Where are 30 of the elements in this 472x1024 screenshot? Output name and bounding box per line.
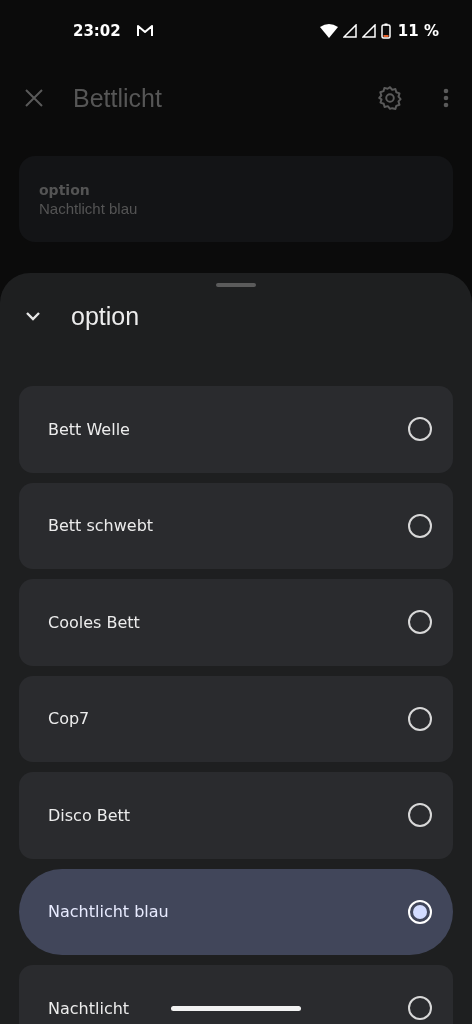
radio-icon[interactable]	[407, 802, 433, 829]
setting-label: option	[39, 181, 91, 198]
option-item[interactable]: Nachtlicht	[19, 965, 453, 1024]
sheet-title: option	[71, 301, 140, 331]
radio-icon[interactable]	[407, 705, 433, 732]
page-title: Bettlicht	[73, 83, 162, 113]
option-item[interactable]: Cooles Bett	[19, 579, 453, 666]
chevron-down-icon[interactable]	[25, 311, 41, 321]
more-options-icon[interactable]	[443, 88, 449, 108]
option-item[interactable]: Bett schwebt	[19, 482, 453, 569]
close-icon[interactable]	[25, 89, 43, 107]
radio-icon[interactable]	[407, 416, 433, 443]
option-item[interactable]: Disco Bett	[19, 772, 453, 859]
option-item[interactable]: Nachtlicht blau	[19, 868, 453, 955]
option-item[interactable]: Cop7	[19, 675, 453, 762]
wifi-icon	[319, 24, 338, 38]
signal-icon	[361, 24, 376, 38]
setting-value: Nachtlicht blau	[39, 199, 139, 217]
battery-icon	[380, 23, 391, 39]
battery-percentage: 11 %	[397, 22, 439, 40]
radio-icon[interactable]	[407, 609, 433, 636]
drag-handle[interactable]	[216, 283, 256, 287]
mail-icon	[135, 24, 154, 38]
settings-icon[interactable]	[377, 85, 403, 111]
radio-icon[interactable]	[407, 995, 433, 1022]
option-item[interactable]: Bett Welle	[19, 386, 453, 473]
radio-selected-icon[interactable]	[407, 898, 433, 925]
radio-icon[interactable]	[407, 512, 433, 539]
signal-icon	[342, 24, 357, 38]
status-time: 23:02	[73, 22, 121, 40]
